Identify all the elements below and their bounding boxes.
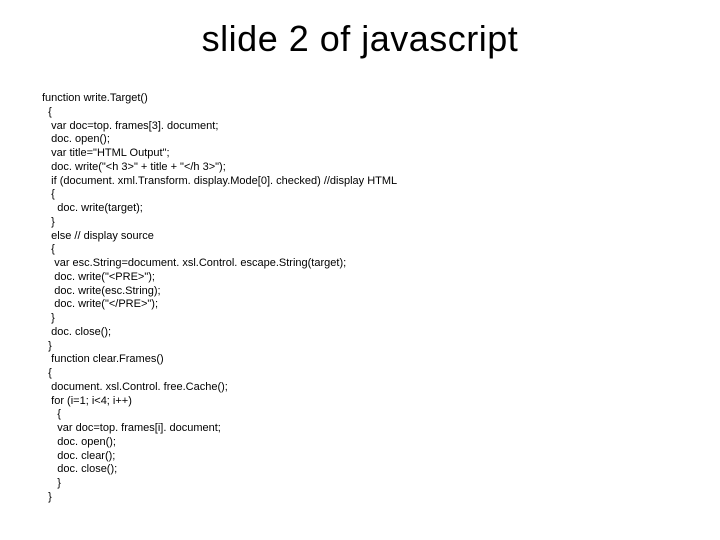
code-block: function write.Target() { var doc=top. f…	[42, 92, 397, 505]
slide: slide 2 of javascript function write.Tar…	[0, 0, 720, 540]
slide-title: slide 2 of javascript	[0, 18, 720, 60]
